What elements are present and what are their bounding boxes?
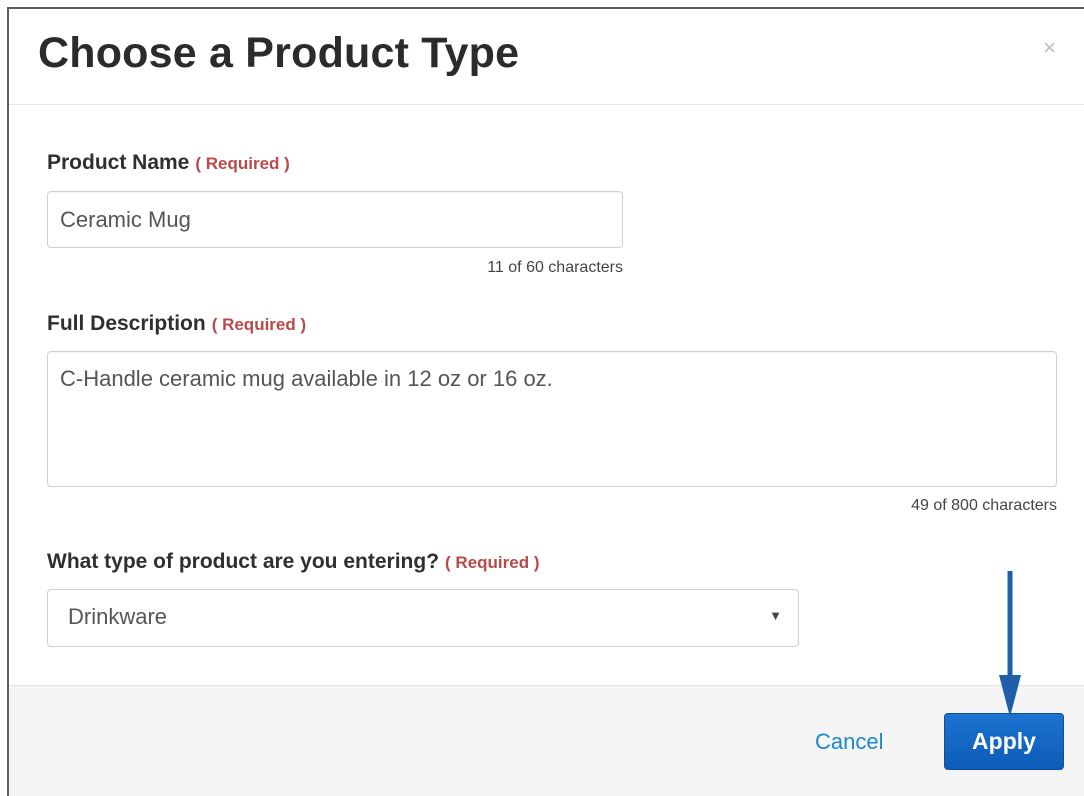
required-marker: ( Required ): [445, 553, 540, 572]
product-type-selected-value: Drinkware: [68, 604, 168, 629]
product-name-label-text: Product Name: [47, 151, 190, 174]
product-type-label: What type of product are you entering? ( …: [47, 550, 539, 574]
product-name-label: Product Name ( Required ): [47, 151, 290, 175]
chevron-down-icon: ▼: [769, 608, 782, 623]
product-type-label-text: What type of product are you entering?: [47, 550, 440, 573]
required-marker: ( Required ): [195, 154, 290, 173]
description-counter: 49 of 800 characters: [911, 497, 1057, 514]
down-arrow-icon: [999, 571, 1021, 717]
close-icon[interactable]: ×: [1043, 37, 1056, 59]
product-type-select[interactable]: Drinkware ▼: [47, 589, 799, 647]
dialog-header: Choose a Product Type ×: [9, 9, 1084, 105]
description-label-text: Full Description: [47, 312, 206, 335]
product-name-counter: 11 of 60 characters: [487, 259, 623, 276]
apply-button[interactable]: Apply: [944, 713, 1064, 770]
dialog-title: Choose a Product Type: [38, 29, 520, 77]
description-label: Full Description ( Required ): [47, 312, 306, 336]
dialog-footer: Cancel Apply: [9, 685, 1084, 796]
required-marker: ( Required ): [211, 315, 307, 334]
product-type-dialog: Choose a Product Type × Product Name ( Re…: [7, 7, 1084, 796]
cancel-button[interactable]: Cancel: [815, 729, 883, 755]
product-name-input[interactable]: [47, 191, 623, 248]
description-textarea[interactable]: C-Handle ceramic mug available in 12 oz …: [47, 351, 1057, 487]
